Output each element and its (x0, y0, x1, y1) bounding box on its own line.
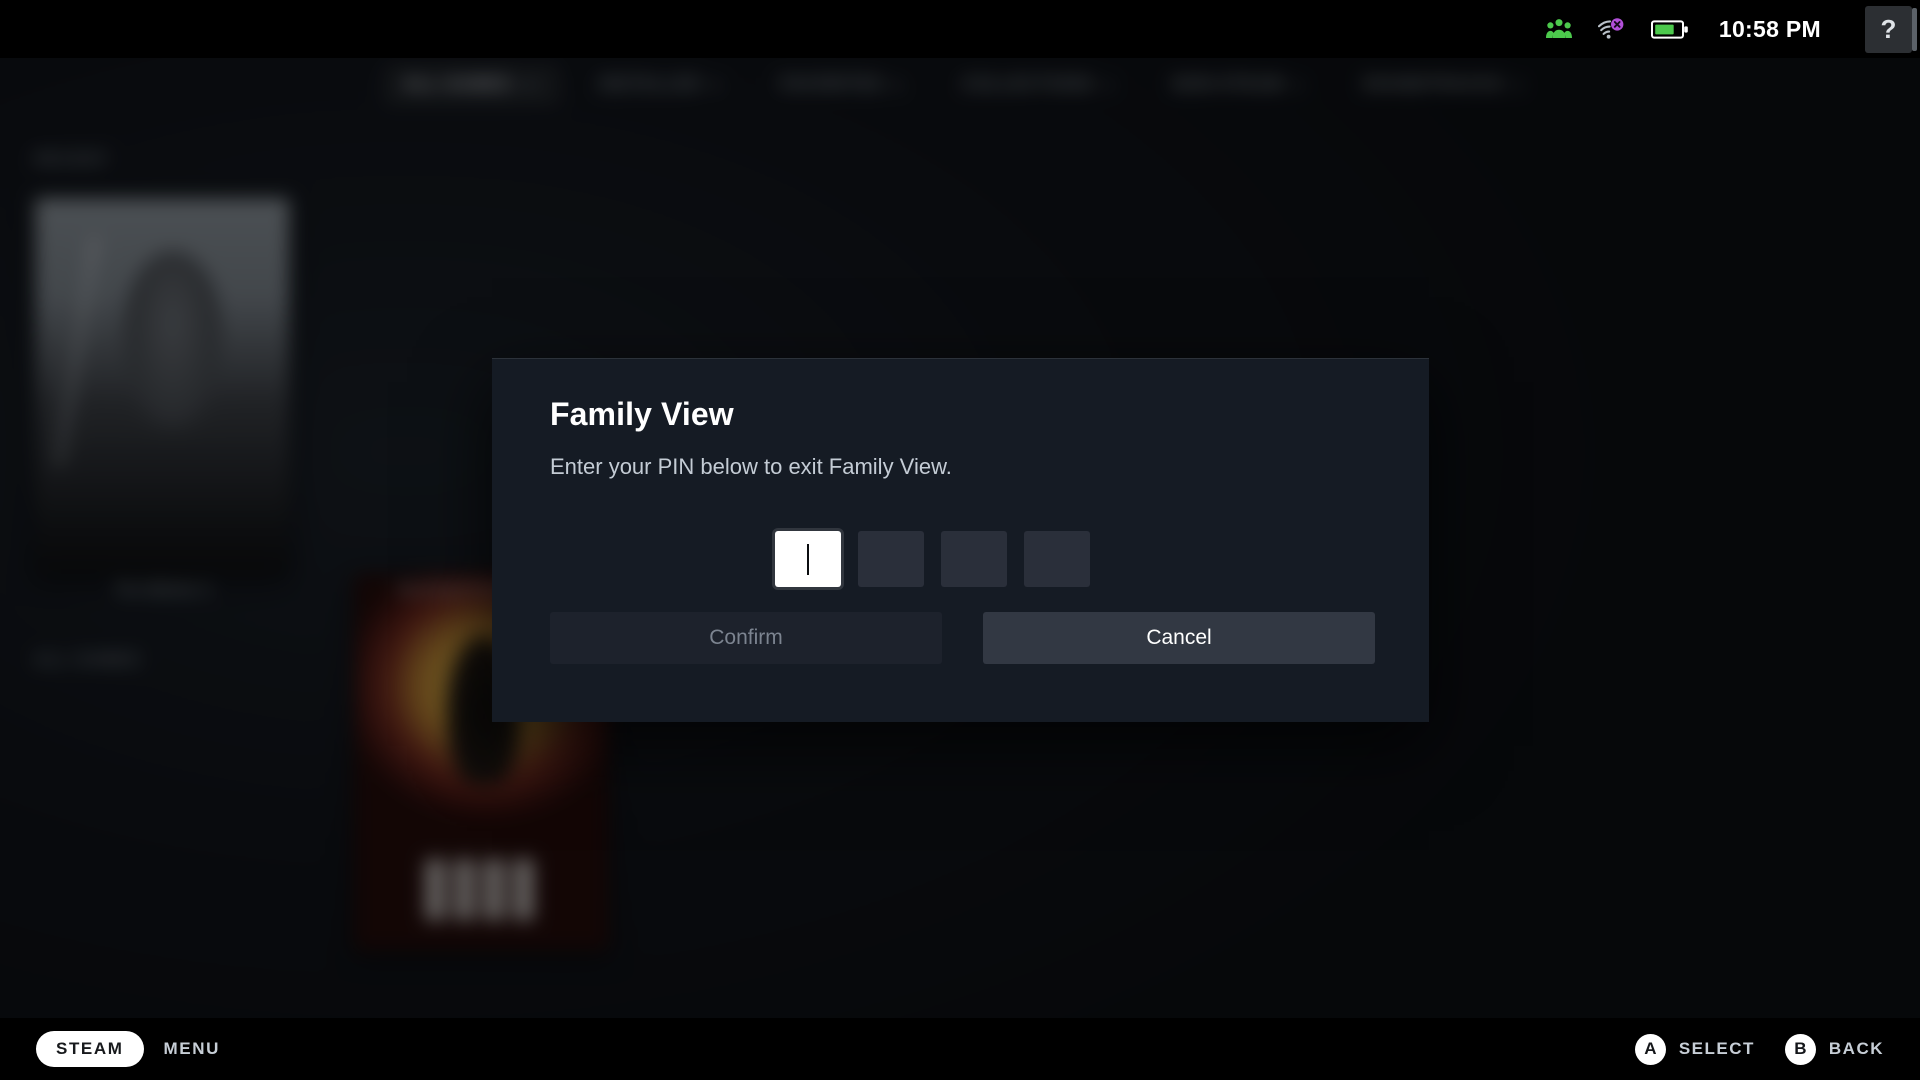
button-b-icon: B (1784, 1033, 1816, 1065)
section-heading-all-games: ALL GAMES (35, 651, 141, 669)
button-a-icon: A (1634, 1033, 1666, 1065)
battery-icon[interactable] (1650, 19, 1689, 40)
help-button[interactable]: ? (1865, 5, 1917, 53)
tab-soundtracks-count: 2 (1514, 77, 1524, 93)
pin-digit-3[interactable] (941, 531, 1007, 587)
pin-digit-2[interactable] (858, 531, 924, 587)
menu-button[interactable]: MENU (164, 1039, 220, 1059)
help-icon: ? (1880, 13, 1897, 44)
pin-digit-1[interactable] (775, 531, 841, 587)
tab-favorites[interactable]: FAVORITES 6 (760, 64, 923, 105)
tab-all-games-label: ALL GAMES (403, 75, 512, 93)
dialog-title: Family View (550, 396, 734, 432)
confirm-button-label: Confirm (709, 626, 783, 649)
tab-collections-count: 4 (1104, 77, 1113, 93)
cancel-button-label: Cancel (1146, 626, 1212, 649)
text-caret (807, 543, 809, 575)
tab-installed-label: INSTALLED (599, 75, 702, 93)
game-card-witcher-label: The Witcher 3 (114, 581, 211, 599)
pin-entry-row (775, 531, 1090, 587)
tab-non-steam-count: 3 (1293, 77, 1303, 93)
tab-favorites-label: FAVORITES (780, 75, 884, 93)
tab-non-steam-label: NON-STEAM (1172, 75, 1284, 93)
tab-non-steam[interactable]: NON-STEAM 3 (1152, 64, 1323, 105)
wifi-disconnected-icon[interactable] (1597, 18, 1625, 40)
footer-left-group: STEAM MENU (36, 1031, 220, 1067)
status-bar: 10:58 PM ? (0, 0, 1920, 58)
steam-deck-screen: ALL GAMES 47 INSTALLED 9 FAVORITES 6 COL… (0, 0, 1920, 1080)
tab-soundtracks[interactable]: SOUNDTRACKS 2 (1342, 64, 1544, 105)
tab-all-games[interactable]: ALL GAMES 47 (383, 64, 560, 106)
dialog-button-row: Confirm Cancel (550, 612, 1375, 664)
footer-hints-group: A SELECT B BACK (1634, 1033, 1884, 1065)
steam-button[interactable]: STEAM (36, 1031, 144, 1067)
tab-all-games-count: 47 (521, 77, 540, 93)
tab-collections[interactable]: COLLECTIONS 4 (942, 64, 1134, 105)
cancel-button[interactable]: Cancel (983, 612, 1375, 664)
family-view-dialog: Family View Enter your PIN below to exit… (492, 358, 1429, 722)
library-tab-strip: ALL GAMES 47 INSTALLED 9 FAVORITES 6 COL… (383, 64, 1544, 106)
tab-installed-count: 9 (711, 77, 721, 93)
tab-installed[interactable]: INSTALLED 9 (578, 64, 741, 105)
dialog-subtitle: Enter your PIN below to exit Family View… (550, 454, 952, 479)
tab-collections-label: COLLECTIONS (962, 75, 1094, 93)
footer-bar: STEAM MENU A SELECT B BACK (0, 1018, 1920, 1080)
hint-back[interactable]: B BACK (1784, 1033, 1884, 1065)
family-view-people-icon[interactable] (1545, 18, 1572, 40)
hint-back-label: BACK (1828, 1039, 1884, 1058)
section-heading-recent: RECENT (35, 150, 109, 169)
hint-select-label: SELECT (1678, 1039, 1755, 1058)
status-bar-clock: 10:58 PM (1718, 15, 1821, 42)
tab-soundtracks-label: SOUNDTRACKS (1362, 75, 1505, 93)
tab-favorites-count: 6 (893, 77, 903, 93)
pin-digit-4[interactable] (1024, 531, 1090, 587)
confirm-button[interactable]: Confirm (550, 612, 942, 664)
hint-select[interactable]: A SELECT (1634, 1033, 1755, 1065)
game-card-witcher[interactable] (35, 198, 290, 574)
